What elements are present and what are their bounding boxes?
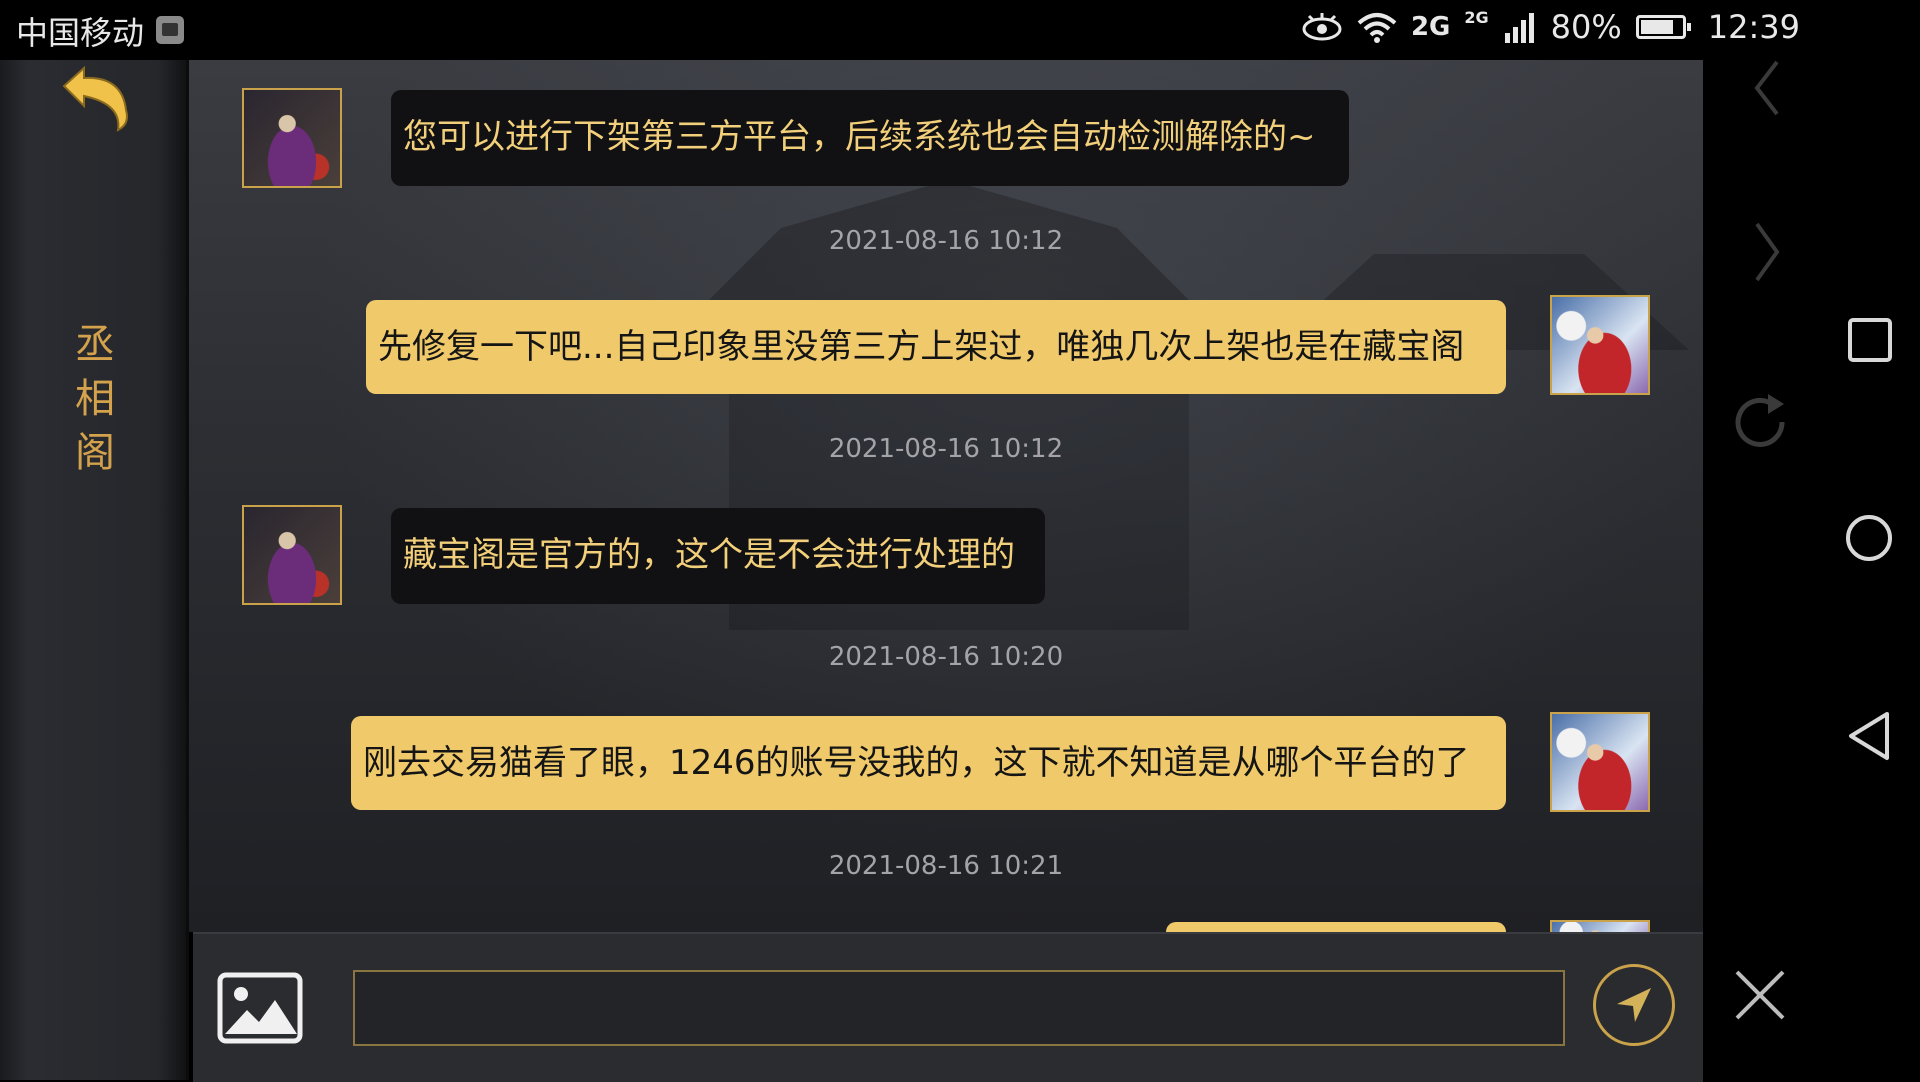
wifi-icon — [1357, 13, 1397, 43]
user-avatar[interactable] — [1550, 920, 1650, 932]
screenshot-notification-icon — [156, 16, 184, 44]
back-arrow-icon[interactable] — [56, 64, 134, 132]
user-avatar[interactable] — [1550, 712, 1650, 812]
message-bubble-received: 您可以进行下架第三方平台，后续系统也会自动检测解除的~ — [391, 90, 1349, 186]
status-indicators: 2G 2G 80% 12:39 — [1301, 8, 1800, 46]
status-bar: 中国移动 2G 2G 80% 12:39 — [0, 0, 1920, 60]
close-icon[interactable] — [1733, 968, 1787, 1022]
square-icon[interactable] — [1847, 317, 1893, 363]
chat-area[interactable]: 您可以进行下架第三方平台，后续系统也会自动检测解除的~ 2021-08-16 1… — [189, 60, 1703, 932]
message-bubble-sent-partial — [1166, 922, 1506, 932]
carrier-name: 中国移动 — [16, 14, 145, 52]
left-sidebar: 丞 相 阁 — [0, 60, 189, 1080]
battery-fill — [1640, 20, 1673, 34]
send-button[interactable] — [1593, 964, 1675, 1046]
battery-icon — [1635, 15, 1691, 39]
message-bubble-sent: 刚去交易猫看了眼，1246的账号没我的，这下就不知道是从哪个平台的了 — [351, 716, 1506, 810]
circle-home-icon[interactable] — [1844, 513, 1894, 563]
system-nav-area — [1703, 60, 1920, 1080]
refresh-icon[interactable] — [1728, 390, 1792, 454]
image-upload-icon[interactable] — [217, 972, 303, 1044]
network-type-2: 2G — [1464, 8, 1489, 27]
message-bubble-sent: 先修复一下吧...自己印象里没第三方上架过，唯独几次上架也是在藏宝阁 — [366, 300, 1506, 394]
user-avatar[interactable] — [1550, 295, 1650, 395]
agent-avatar[interactable] — [242, 88, 342, 188]
input-bar — [193, 932, 1703, 1082]
channel-title: 丞 相 阁 — [75, 322, 115, 476]
eye-icon — [1302, 13, 1342, 41]
signal-icon — [1504, 13, 1534, 43]
chevron-left-icon[interactable] — [1743, 60, 1793, 116]
agent-avatar[interactable] — [242, 505, 342, 605]
message-input[interactable] — [353, 970, 1565, 1046]
message-timestamp: 2021-08-16 10:12 — [828, 434, 1064, 464]
message-timestamp: 2021-08-16 10:20 — [828, 642, 1064, 672]
message-timestamp: 2021-08-16 10:21 — [828, 851, 1064, 881]
battery-percent: 80% — [1550, 8, 1622, 46]
back-triangle-icon[interactable] — [1845, 710, 1893, 762]
message-timestamp: 2021-08-16 10:12 — [828, 226, 1064, 256]
clock: 12:39 — [1707, 8, 1800, 46]
send-icon — [1617, 988, 1651, 1022]
network-type-1: 2G — [1410, 12, 1451, 42]
chevron-right-icon[interactable] — [1743, 222, 1793, 282]
message-bubble-received: 藏宝阁是官方的，这个是不会进行处理的 — [391, 508, 1045, 604]
